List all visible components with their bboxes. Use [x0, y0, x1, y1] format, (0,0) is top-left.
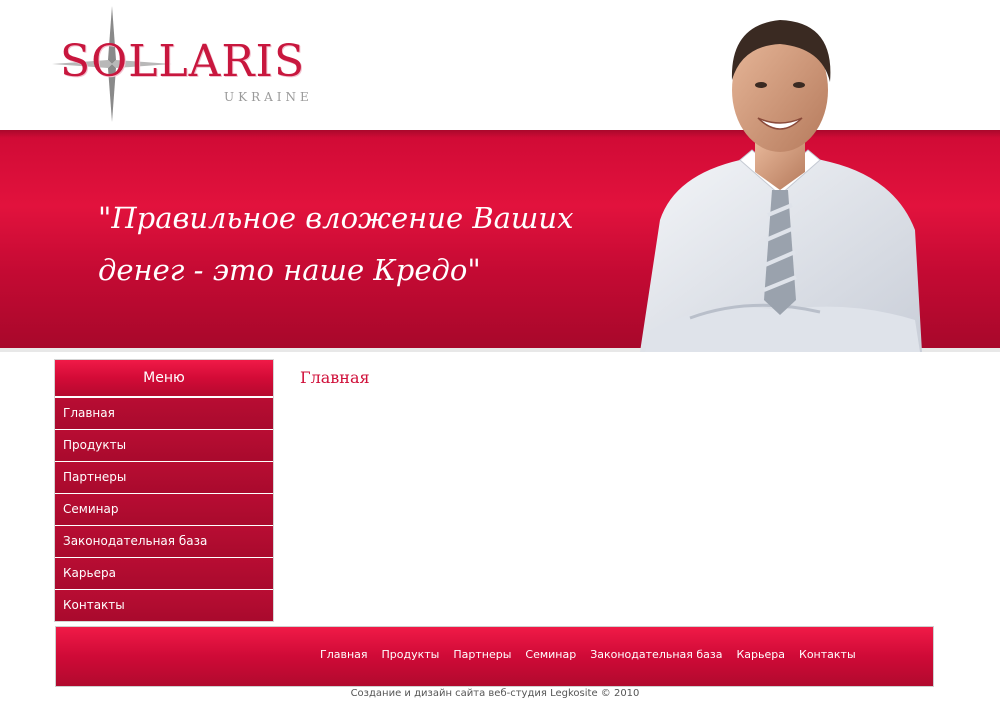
banner-slogan: "Правильное вложение Ваших денег - это н… — [98, 192, 618, 296]
logo-name: SOLLARIS — [60, 36, 306, 87]
sidebar-item-legislation[interactable]: Законодательная база — [55, 525, 273, 557]
slogan-line-1: "Правильное вложение Ваших — [98, 201, 574, 235]
slogan-line-2: денег - это наше Кредо" — [98, 253, 481, 287]
page: SOLLARIS UKRAINE "Правильное вложение Ва… — [0, 0, 1000, 704]
menu-title: Меню — [55, 360, 273, 397]
page-title: Главная — [300, 368, 370, 387]
footer-link-home[interactable]: Главная — [320, 648, 368, 661]
footer-link-career[interactable]: Карьера — [737, 648, 786, 661]
sidebar-menu: Меню Главная Продукты Партнеры Семинар З… — [54, 359, 274, 622]
footer-link-contacts[interactable]: Контакты — [799, 648, 856, 661]
businessman-photo — [640, 20, 922, 352]
footer-bar: Главная Продукты Партнеры Семинар Законо… — [55, 626, 934, 687]
site-logo[interactable]: SOLLARIS UKRAINE — [52, 4, 332, 124]
sidebar-item-products[interactable]: Продукты — [55, 429, 273, 461]
logo-subtitle: UKRAINE — [224, 90, 313, 104]
footer-link-partners[interactable]: Партнеры — [453, 648, 511, 661]
footer-link-seminar[interactable]: Семинар — [525, 648, 576, 661]
sidebar-item-career[interactable]: Карьера — [55, 557, 273, 589]
sidebar-item-contacts[interactable]: Контакты — [55, 589, 273, 621]
footer-link-products[interactable]: Продукты — [382, 648, 440, 661]
sidebar-item-seminar[interactable]: Семинар — [55, 493, 273, 525]
footer-link-legislation[interactable]: Законодательная база — [590, 648, 722, 661]
sidebar-item-partners[interactable]: Партнеры — [55, 461, 273, 493]
footer-nav: Главная Продукты Партнеры Семинар Законо… — [320, 648, 856, 661]
copyright-text: Создание и дизайн сайта веб-студия Legko… — [350, 688, 640, 699]
sidebar-item-home[interactable]: Главная — [55, 397, 273, 429]
